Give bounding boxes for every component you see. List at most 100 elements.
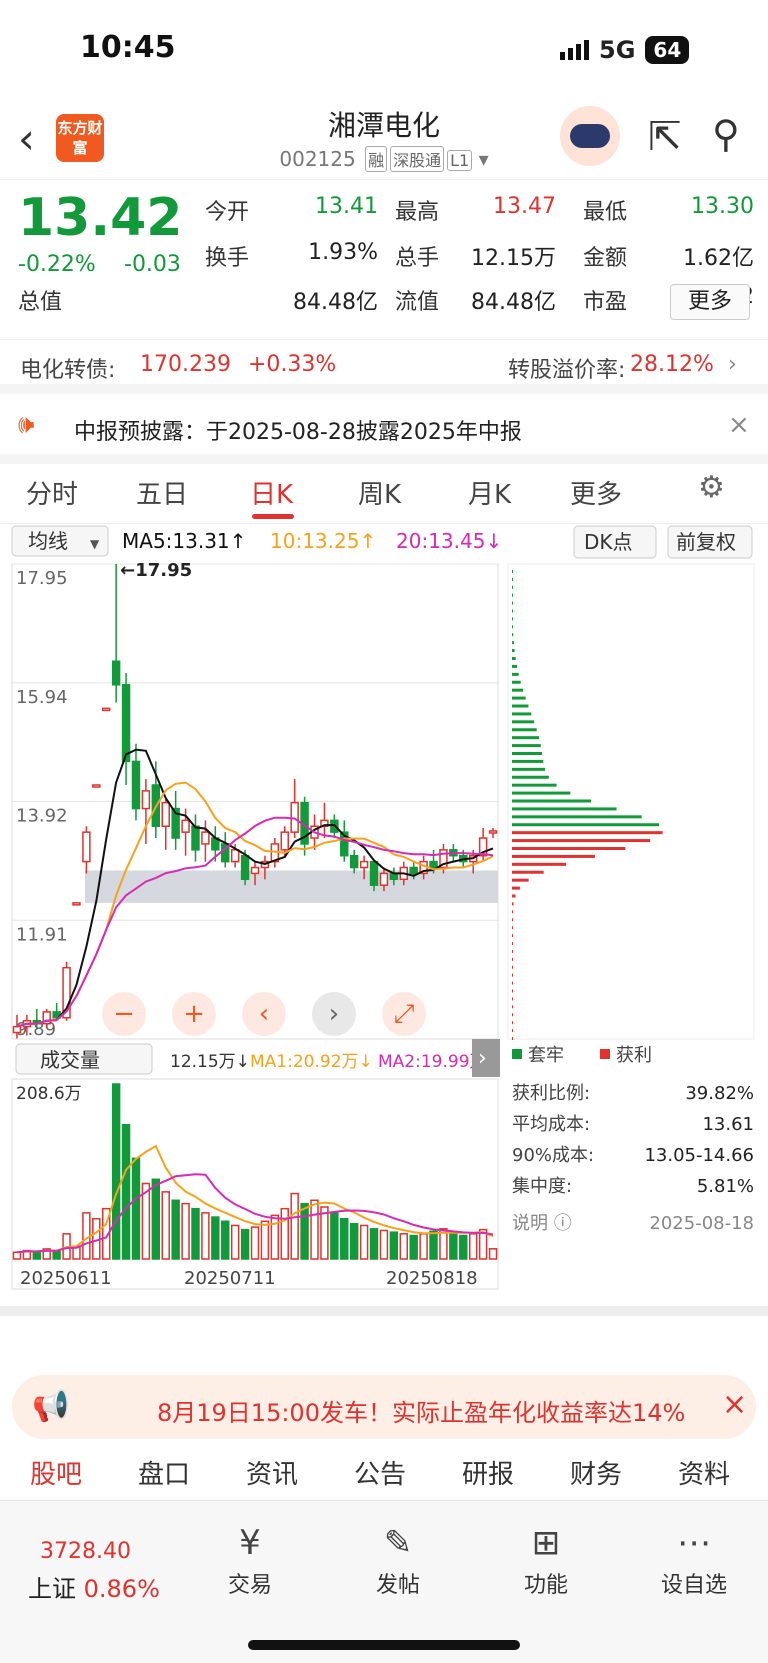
ma5-label: MA5:13.31↑ — [122, 529, 246, 553]
trade-button[interactable]: ¥ 交易 — [200, 1523, 300, 1599]
volume-bar — [369, 1228, 379, 1260]
chip-bar — [512, 815, 642, 819]
chevron-left-icon: ‹ — [259, 999, 269, 1029]
minus-icon: − — [113, 999, 135, 1029]
candle-up — [359, 860, 369, 869]
add-watchlist-button[interactable]: ⋯ 设自选 — [644, 1523, 744, 1599]
yen-exchange-icon: ¥ — [239, 1523, 261, 1563]
tab-weekly-k[interactable]: 周K — [358, 474, 401, 511]
candle-up — [230, 849, 240, 863]
more-button[interactable]: 更多 — [670, 284, 750, 320]
speaker-icon: 🕪 — [18, 410, 35, 440]
index-value[interactable]: 3728.40 — [40, 1539, 131, 1564]
volume-bar — [240, 1228, 250, 1260]
volume-bar — [389, 1231, 399, 1260]
network-label: 5G — [599, 36, 636, 64]
chip-bar — [512, 744, 541, 748]
post-button[interactable]: ✎ 发帖 — [348, 1523, 448, 1599]
chip-note[interactable]: 说明 ⓘ — [512, 1213, 572, 1234]
ma-select-label: 均线 — [28, 529, 68, 553]
chip-date: 2025-08-18 — [649, 1213, 754, 1234]
volume-max-label: 208.6万 — [16, 1084, 82, 1104]
chip-bar — [512, 926, 513, 930]
volume-bar — [359, 1224, 369, 1260]
chevron-right-icon: › — [728, 352, 737, 377]
dk-point-label: DK点 — [584, 530, 633, 554]
tab-intraday[interactable]: 分时 — [26, 474, 78, 511]
volume-bar — [191, 1207, 200, 1260]
quote-panel: 13.42 -0.22% -0.03 今开 13.41 最高 13.47 最低 13.30… — [0, 180, 768, 340]
y-tick-label: 17.95 — [16, 568, 68, 589]
quote-value: 12.15万 — [471, 246, 556, 271]
chip-bar — [512, 601, 513, 605]
tag-connect: 深股通 — [390, 146, 445, 172]
share-icon[interactable]: ⇱ — [648, 114, 682, 160]
chip-bar — [512, 720, 535, 724]
tab-daily-k[interactable]: 日K — [250, 474, 293, 511]
chip-bar — [512, 981, 513, 985]
section-tab[interactable]: 研报 — [462, 1454, 514, 1491]
chip-bar — [512, 918, 513, 922]
close-icon[interactable]: × — [728, 410, 750, 440]
premium-label: 转股溢价率: — [508, 358, 626, 383]
section-tab[interactable]: 财务 — [570, 1454, 622, 1491]
chip-bar — [512, 1013, 513, 1017]
chip-bar — [512, 997, 513, 1001]
quote-value: 84.48亿 — [471, 290, 556, 315]
chip-bar — [512, 878, 529, 882]
kline-area: 均线 ▼ MA5:13.31↑ 10:13.25↑ 20:13.45↓ DK点 前复权 17.… — [0, 524, 768, 1324]
chip-bar — [512, 752, 543, 755]
notice-bar[interactable]: 🕪 中报预披露：于2025-08-28披露2025年中报 × — [0, 394, 768, 464]
candle-up — [488, 830, 498, 834]
index-row[interactable]: 上证 0.86% — [28, 1569, 160, 1604]
chip-bar — [512, 854, 595, 858]
chip-bar — [512, 641, 514, 645]
tab-five-day[interactable]: 五日 — [136, 474, 188, 511]
section-tab[interactable]: 公告 — [354, 1454, 406, 1491]
candle-up — [161, 801, 170, 828]
candle-up — [82, 831, 91, 863]
chip-bar — [512, 1005, 513, 1009]
chip-bar — [512, 736, 539, 740]
search-icon[interactable]: ⚲ — [712, 112, 740, 156]
fullscreen-icon: ⤢ — [394, 999, 415, 1029]
date-label: 20250711 — [184, 1268, 276, 1289]
function-button[interactable]: ⊞ 功能 — [496, 1523, 596, 1599]
section-tab[interactable]: 盘口 — [138, 1454, 190, 1491]
convertible-bond-row[interactable]: 电化转债: 170.239 +0.33% 转股溢价率: 28.12% › — [0, 340, 768, 394]
bond-name: 电化转债: — [20, 358, 116, 383]
stock-header: ‹ 东方财富 湘潭电化 002125 融深股通 L1 ▾ ⇱ ⚲ — [0, 100, 768, 180]
profit-legend-label: 获利 — [616, 1045, 652, 1066]
candle-up — [92, 784, 101, 788]
quote-label: 总值 — [18, 290, 63, 315]
trap-legend-label: 套牢 — [528, 1045, 564, 1066]
chip-bar — [512, 973, 513, 977]
chip-stat-value: 5.81% — [697, 1176, 754, 1197]
chip-bar — [512, 934, 513, 938]
chip-bar — [512, 577, 513, 581]
volume-bar — [52, 1249, 61, 1260]
profit-legend-swatch — [600, 1049, 610, 1059]
kline-chart[interactable]: 均线 ▼ MA5:13.31↑ 10:13.25↑ 20:13.45↓ DK点 前复权 17.… — [0, 524, 768, 1324]
chip-bar — [512, 688, 524, 692]
section-tab[interactable]: 资讯 — [246, 1454, 298, 1491]
tab-monthly-k[interactable]: 月K — [468, 474, 511, 511]
gear-icon[interactable]: ⚙ — [698, 470, 725, 505]
more-dots-icon: ⋯ — [677, 1523, 711, 1563]
max-price-label: ←17.95 — [120, 560, 192, 581]
promo-banner[interactable]: 📢 8月19日15:00发车！实际止盈年化收益率达14% × — [12, 1375, 756, 1439]
volume-bar — [300, 1202, 309, 1260]
candle-down — [121, 684, 131, 763]
support-zone — [85, 870, 498, 903]
quote-value: 84.48亿 — [293, 290, 378, 315]
chip-bar — [512, 569, 513, 573]
chip-bar — [512, 886, 520, 890]
close-icon[interactable]: × — [722, 1387, 747, 1422]
assistant-avatar[interactable] — [560, 106, 620, 166]
section-tab[interactable]: 资料 — [678, 1454, 730, 1491]
tab-more[interactable]: 更多 — [570, 474, 622, 511]
section-tab[interactable]: 股吧 — [30, 1454, 82, 1491]
notice-text: 中报预披露：于2025-08-28披露2025年中报 — [74, 420, 522, 445]
candle-down — [349, 854, 359, 869]
volume-bar — [409, 1234, 418, 1260]
